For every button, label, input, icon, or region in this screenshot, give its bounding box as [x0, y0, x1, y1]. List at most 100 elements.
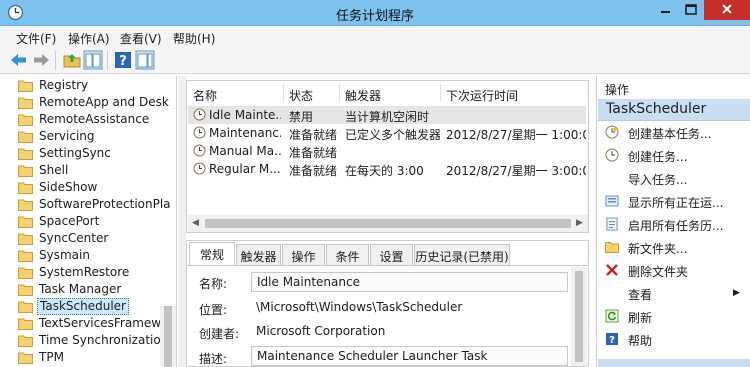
folder-icon [18, 199, 33, 211]
folder-icon [18, 114, 33, 126]
task-properties-panel: 常规 触发器 操作 条件 设置 历史记录(已禁用) 名称: Idle Maint… [186, 240, 589, 367]
action-item[interactable]: 查看 ▶ [597, 283, 750, 305]
tree-item[interactable]: SettingSync [18, 145, 176, 162]
back-arrow-icon[interactable] [9, 50, 29, 70]
task-next-run: 2012/8/27/星期一 3:00:00 [446, 164, 586, 178]
create-task-icon [605, 148, 619, 162]
tab-settings[interactable]: 设置 [370, 244, 413, 265]
tree-item-label: Sysmain [39, 248, 90, 262]
action-item[interactable]: 刷新 [597, 306, 750, 328]
tree-item[interactable]: Sysmain [18, 247, 176, 264]
description-field[interactable]: Maintenance Scheduler Launcher Task [251, 346, 568, 366]
tree-item[interactable]: SystemRestore [18, 264, 176, 281]
column-header-status[interactable]: 状态 [289, 87, 313, 104]
up-folder-icon[interactable] [62, 50, 82, 70]
tree-item[interactable]: RemoteAssistance [18, 111, 176, 128]
running-tasks-icon [605, 195, 619, 207]
folder-tree: Registry RemoteApp and Desk RemoteAssistan… [0, 76, 177, 367]
show-hide-action-pane-icon[interactable] [135, 50, 155, 70]
folder-icon [18, 182, 33, 194]
name-field[interactable]: Idle Maintenance [251, 272, 568, 292]
action-item[interactable]: 创建任务... [597, 145, 750, 167]
vertical-scrollbar[interactable] [160, 306, 176, 367]
tree-item[interactable]: Task Manager [18, 281, 176, 298]
table-row[interactable]: Maintenanc... 准备就绪已定义多个触发器 2012/8/27/星期一 1… [188, 124, 586, 142]
tree-item-label: Shell [39, 163, 69, 177]
tree-item[interactable]: Time Synchronization [18, 332, 176, 349]
action-item[interactable]: 导入任务... [597, 168, 750, 190]
vertical-scrollbar[interactable] [571, 267, 587, 366]
scrollbar-thumb[interactable] [164, 306, 172, 367]
tree-item[interactable]: TextServicesFramewor [18, 315, 176, 332]
column-header-name[interactable]: 名称 [193, 87, 217, 104]
tree-item[interactable]: SyncCenter [18, 230, 176, 247]
folder-icon [18, 148, 33, 160]
tab-actions[interactable]: 操作 [282, 244, 325, 265]
tree-item[interactable]: SoftwareProtectionPla [18, 196, 176, 213]
action-item[interactable]: 删除文件夹 [597, 260, 750, 282]
column-header-next-run[interactable]: 下次运行时间 [446, 87, 518, 104]
action-item-label: 创建任务... [628, 150, 688, 164]
scrollbar-thumb[interactable] [205, 219, 571, 228]
table-row[interactable]: Idle Mainte... 禁用 当计算机空闲时 [188, 106, 586, 124]
menu-help[interactable]: 帮助(H) [173, 30, 215, 47]
menu-action[interactable]: 操作(A) [68, 30, 110, 47]
menu-bar: 文件(F) 操作(A) 查看(V) 帮助(H) [0, 27, 750, 47]
table-row[interactable]: Regular M... 准备就绪 在每天的 3:00 2012/8/27/星期一 3… [188, 160, 586, 178]
tree-item[interactable]: SpacePort [18, 213, 176, 230]
column-separator[interactable] [283, 84, 284, 102]
actions-section-title: TaskScheduler [606, 101, 707, 117]
scrollbar-thumb[interactable] [575, 271, 583, 362]
tree-item[interactable]: Shell [18, 162, 176, 179]
folder-icon [18, 250, 33, 262]
help-icon[interactable]: ? [113, 50, 133, 70]
tree-item-label: Time Synchronization [39, 333, 169, 347]
action-item-label: 查看 [628, 288, 653, 302]
folder-icon [18, 233, 33, 245]
tree-item[interactable]: TaskScheduler [18, 298, 176, 315]
task-clock-icon [193, 108, 206, 121]
table-row[interactable]: Manual Ma... 准备就绪 [188, 142, 586, 160]
tab-history[interactable]: 历史记录(已禁用) [414, 244, 510, 265]
column-header-trigger[interactable]: 触发器 [345, 87, 381, 104]
tree-item[interactable]: Registry [18, 77, 176, 94]
scroll-left-arrow-icon[interactable]: ◀ [192, 218, 199, 228]
folder-icon [605, 242, 619, 253]
maximize-button[interactable] [678, 0, 704, 20]
actions-section-header-2[interactable] [598, 359, 750, 367]
tab-triggers[interactable]: 触发器 [236, 244, 281, 265]
tab-conditions[interactable]: 条件 [326, 244, 369, 265]
help-icon: ? [606, 333, 618, 346]
action-item[interactable]: 显示所有正在运... [597, 191, 750, 213]
menu-file[interactable]: 文件(F) [16, 30, 56, 47]
menu-view[interactable]: 查看(V) [120, 30, 162, 47]
action-item[interactable]: ? 帮助 [597, 329, 750, 351]
action-item-label: 创建基本任务... [628, 127, 712, 141]
tree-item-label: TextServicesFramewor [39, 316, 174, 330]
close-button[interactable] [704, 0, 750, 20]
action-item[interactable]: 创建基本任务... [597, 122, 750, 144]
scroll-right-arrow-icon[interactable]: ▶ [576, 218, 583, 228]
column-separator[interactable] [339, 84, 340, 102]
minimize-button[interactable] [652, 0, 678, 20]
pane-splitter[interactable] [178, 76, 186, 367]
action-item[interactable]: 新文件夹... [597, 237, 750, 259]
action-item[interactable]: 启用所有任务历... [597, 214, 750, 236]
tree-item[interactable]: TPM [18, 349, 176, 366]
actions-section-header[interactable]: TaskScheduler [598, 99, 750, 121]
tree-item[interactable]: SideShow [18, 179, 176, 196]
action-item-label: 删除文件夹 [628, 265, 689, 279]
horizontal-scrollbar[interactable]: ◀ ▶ [188, 215, 588, 232]
show-hide-console-tree-icon[interactable] [83, 50, 103, 70]
column-separator[interactable] [440, 84, 441, 102]
tab-general[interactable]: 常规 [189, 242, 235, 265]
folder-icon [18, 352, 33, 364]
action-item-label: 帮助 [628, 334, 653, 348]
tree-item-label: Task Manager [39, 282, 122, 296]
tree-item[interactable]: Servicing [18, 128, 176, 145]
tree-item-label: SyncCenter [39, 231, 109, 245]
task-name: Regular M... [209, 162, 281, 176]
forward-arrow-icon[interactable] [31, 50, 51, 70]
folder-icon [18, 284, 33, 296]
tree-item[interactable]: RemoteApp and Desk [18, 94, 176, 111]
